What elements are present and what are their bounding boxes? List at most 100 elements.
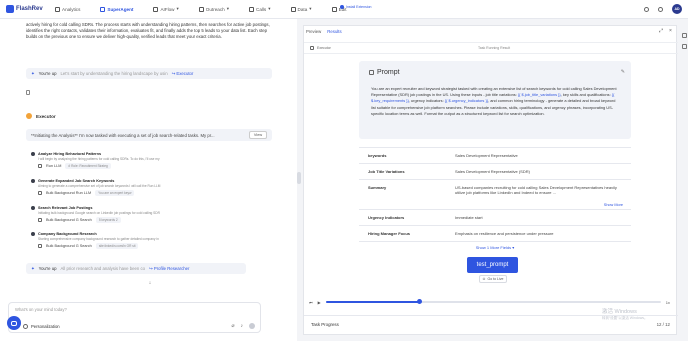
app-logo[interactable]: FlashRev	[6, 5, 43, 13]
table-row: Job Title Variations Sales Development Re…	[359, 163, 631, 179]
table-row: Summary US-based companies recruiting for…	[359, 179, 631, 209]
main-nav: Analytics SuperAgent AIFlow ▾ Outreach ▾ C…	[55, 6, 367, 12]
prompt-card: Prompt ✎ You are an expert recruiter and…	[359, 61, 631, 139]
step-item: Generate Expanded Job Search Keywords Ai…	[31, 179, 271, 196]
outreach-icon	[198, 6, 204, 12]
sparkle-icon: ✦	[31, 265, 35, 271]
edit-pencil-icon[interactable]: ✎	[621, 69, 625, 75]
chat-input-box[interactable]: What's on your mind today? Personalizati…	[8, 302, 261, 333]
tab-preview[interactable]: Preview	[306, 29, 321, 34]
close-icon[interactable]: ×	[669, 29, 674, 34]
step-item: Analyze Hiring Behavioral Patterns I wil…	[31, 152, 271, 169]
attachment-icon[interactable]: ⌀	[231, 323, 234, 329]
speed-label[interactable]: 1x	[666, 300, 670, 305]
table-row: Hiring Manager Focus Emphasis on resilien…	[359, 225, 631, 241]
chevron-down-icon: ▾	[176, 6, 179, 11]
app-name: FlashRev	[16, 6, 43, 12]
tool-call[interactable]: Bulk Background Run LLM You are an expert…	[38, 190, 271, 196]
chevron-down-icon: ▾	[268, 6, 271, 11]
user-avatar[interactable]: AD	[672, 4, 682, 14]
executor-avatar	[26, 113, 32, 119]
input-fields-table: keywords Sales Development Representative…	[359, 147, 631, 253]
edit-icon	[331, 6, 337, 12]
table-row: Urgency Indicators Immediate start	[359, 209, 631, 225]
panel-toggle-icon[interactable]	[682, 33, 687, 38]
go-to-live-button[interactable]: ⊙ Go to Live	[479, 275, 507, 283]
analytics-icon	[55, 6, 60, 12]
show-more-fields-link[interactable]: Show 1 More Fields ▾	[359, 241, 631, 253]
panel-resize-handle[interactable]	[297, 172, 301, 184]
tool-call[interactable]: Bulk Background G Search 5 keywords 2	[38, 217, 271, 223]
prompt-icon	[369, 70, 374, 75]
tool-icon	[38, 218, 42, 222]
chrome-icon	[340, 5, 344, 9]
persona-icon	[23, 324, 28, 329]
nav-data[interactable]: Data ▾	[290, 6, 312, 12]
prompt-body: You are an expert recruiter and keyword …	[371, 86, 617, 116]
executor-message-card: **Initiating the Analysis** I'm now task…	[26, 129, 272, 141]
chevron-down-icon: ▾	[309, 6, 312, 11]
flashrev-logo-icon	[6, 5, 14, 13]
tab-results[interactable]: Results	[327, 29, 341, 34]
right-side-rail	[680, 25, 688, 341]
results-panel: Preview Results ⤢ × Executor Task Runnin…	[303, 25, 678, 335]
agent-link-executor[interactable]: ↪ Executor	[172, 71, 194, 77]
tool-call[interactable]: Run LLM # Role: Recruitment Strateg	[38, 163, 271, 169]
check-icon	[31, 179, 35, 183]
table-row: keywords Sales Development Representative	[359, 147, 631, 163]
nav-aiflow[interactable]: AIFlow ▾	[153, 6, 179, 12]
result-subheader: Executor Task Running Result	[304, 42, 678, 54]
progress-handle[interactable]	[417, 299, 423, 304]
chat-actions: ⌀ ♪	[231, 323, 255, 329]
help-icon[interactable]	[644, 6, 649, 12]
step-item: Search Relevant Job Postings Initiating …	[31, 206, 271, 223]
step-item: Company Background Research Starting com…	[31, 232, 271, 249]
agent-link-profile-researcher[interactable]: ↪ Profile Researcher	[149, 266, 189, 272]
chat-bubble-icon	[11, 320, 17, 326]
prompt-title: Prompt	[377, 69, 400, 76]
notification-bell-icon[interactable]	[658, 6, 663, 12]
phone-icon	[249, 6, 255, 12]
install-extension-link[interactable]: Install Extension	[340, 5, 372, 9]
executor-header: Executor	[26, 113, 56, 119]
personalization-button[interactable]: Personalization	[23, 324, 60, 329]
skip-back-icon[interactable]: ⏮	[309, 300, 313, 305]
view-button[interactable]: View	[249, 131, 267, 139]
progress-slider[interactable]	[325, 299, 661, 304]
scroll-down-icon[interactable]: ↓	[146, 280, 154, 288]
test-prompt-button[interactable]: test_prompt	[467, 257, 518, 273]
tool-icon	[38, 191, 42, 195]
sparkle-icon: ✦	[31, 70, 35, 76]
check-icon	[31, 152, 35, 156]
play-icon[interactable]: ▶	[318, 300, 321, 305]
progress-fill	[325, 301, 420, 303]
windows-activation-watermark: 激活 Windows 转到“设置”以激活 Windows。	[602, 309, 648, 320]
database-icon	[290, 6, 296, 12]
aiflow-icon	[153, 6, 159, 12]
show-more-link[interactable]: Show More	[604, 203, 623, 207]
nav-analytics[interactable]: Analytics	[55, 6, 80, 12]
chat-fab-button[interactable]	[7, 316, 21, 330]
chat-input[interactable]: What's on your mind today?	[15, 307, 67, 312]
top-navigation-bar: FlashRev Analytics SuperAgent AIFlow ▾ Ou…	[0, 0, 688, 19]
expand-icon[interactable]: ⤢	[659, 29, 664, 34]
chevron-down-icon: ▾	[512, 245, 515, 250]
nav-calls[interactable]: Calls ▾	[249, 6, 271, 12]
next-step-bubble[interactable]: ✦ You're up Let's start by understanding…	[26, 68, 272, 79]
side-tool-icon[interactable]	[682, 44, 687, 49]
tool-icon	[38, 244, 42, 248]
nav-superagent[interactable]: SuperAgent	[100, 6, 133, 12]
panel-tabs: Preview Results	[306, 29, 342, 34]
tool-call[interactable]: Bulk Background G Search site:linkedin.co…	[38, 243, 271, 249]
replay-player: ⏮ ▶ 1x	[309, 298, 674, 306]
microphone-icon[interactable]: ♪	[241, 323, 244, 329]
send-icon[interactable]	[249, 323, 255, 329]
plan-paragraph: actively hiring for cold calling SDRs. T…	[26, 22, 270, 40]
live-icon: ⊙	[482, 277, 486, 281]
check-icon	[31, 232, 35, 236]
copy-icon[interactable]	[26, 90, 30, 95]
tool-icon	[38, 164, 42, 168]
nav-outreach[interactable]: Outreach ▾	[198, 6, 229, 12]
top-right-actions: AD	[644, 4, 682, 14]
next-step-bubble[interactable]: ✦ You're up All prior research and analy…	[26, 263, 246, 274]
